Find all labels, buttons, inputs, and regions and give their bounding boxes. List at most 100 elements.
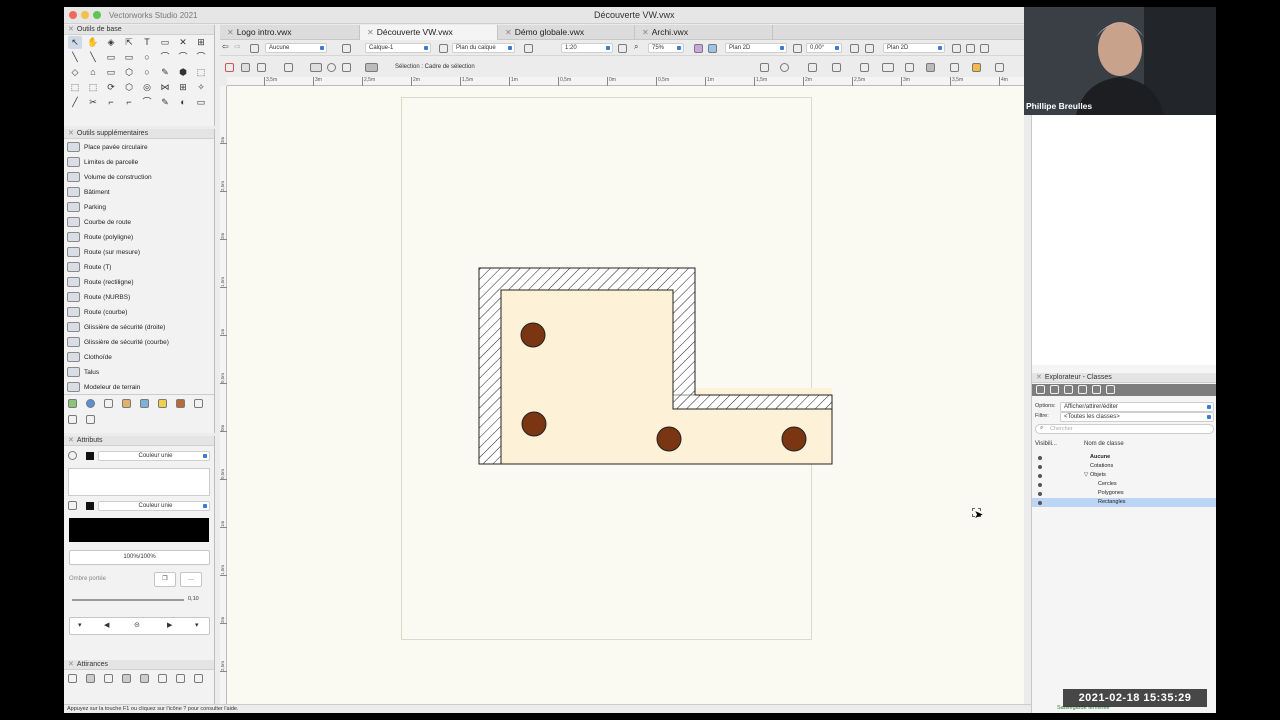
toolset-dims-icon[interactable] <box>104 399 113 408</box>
snap-icon-4[interactable] <box>832 63 841 72</box>
close-icon[interactable]: ✕ <box>68 437 74 444</box>
poly-select-icon[interactable] <box>342 63 351 72</box>
view-mode-select[interactable]: Plan 2D <box>725 43 787 53</box>
arc-tool-icon[interactable]: ⌒ <box>158 51 172 64</box>
end-marker-dropdown-icon[interactable]: ▾ <box>195 621 199 629</box>
projection-icon[interactable] <box>966 44 975 53</box>
extra-tool-item[interactable]: Glissière de sécurité (courbe) <box>67 335 169 350</box>
filter-select[interactable]: <Toutes les classes> <box>1060 412 1214 422</box>
zoom-fit-icon[interactable] <box>618 44 627 53</box>
flyover-tool-icon[interactable]: ◈ <box>104 36 118 49</box>
extra-tool-item[interactable]: Route (sur mesure) <box>67 245 140 260</box>
snap-grid-icon[interactable] <box>68 674 77 683</box>
toolset-extra-icon[interactable] <box>68 415 77 424</box>
double-line-tool-icon[interactable]: ▭ <box>104 66 118 79</box>
layer-icon[interactable] <box>342 44 351 53</box>
col-visibility[interactable]: Visibili... <box>1035 441 1057 447</box>
views-tab-icon[interactable] <box>1064 385 1073 394</box>
snap-icon-5[interactable] <box>860 63 869 72</box>
extra-tool-item[interactable]: Talus <box>67 365 99 380</box>
drop-shadow-toggle[interactable]: ❐ <box>154 572 176 587</box>
start-marker-icon[interactable]: ◀ <box>104 621 109 629</box>
fillet-tool-icon[interactable]: ⌐ <box>104 96 118 109</box>
visibility-eye-icon[interactable] <box>1038 492 1042 496</box>
expand-toggle-icon[interactable]: ▽ <box>1084 471 1088 480</box>
class-row[interactable]: ▽ Objets <box>1032 471 1216 480</box>
extra-tool-item[interactable]: Route (T) <box>67 260 111 275</box>
snap-icon-3[interactable] <box>808 63 817 72</box>
options-select[interactable]: Afficher/attirer/éditer <box>1060 402 1214 412</box>
close-tab-icon[interactable]: ✕ <box>227 28 234 37</box>
class-select[interactable]: Aucune <box>265 43 327 53</box>
snap-smart-icon[interactable] <box>158 674 167 683</box>
attribute-tool-icon[interactable]: ◐ <box>176 96 190 109</box>
bend-tool-icon[interactable]: ⌒ <box>140 96 154 109</box>
circle-2[interactable] <box>521 411 547 437</box>
polygon-tool-icon[interactable]: ⌂ <box>86 66 100 79</box>
snap-edge-icon[interactable] <box>194 674 203 683</box>
snap-icon-2[interactable] <box>780 63 789 72</box>
snap-icon-7[interactable] <box>905 63 914 72</box>
snap-icon-6[interactable] <box>882 63 894 72</box>
rect-select-icon[interactable] <box>310 63 322 72</box>
circle-1[interactable] <box>520 322 546 348</box>
view-icon[interactable] <box>708 44 717 53</box>
minimize-window-button[interactable] <box>81 11 89 19</box>
pen-color-swatch[interactable] <box>86 502 94 510</box>
connect-tool-icon[interactable]: ⋈ <box>158 81 172 94</box>
close-icon[interactable]: ✕ <box>1036 374 1042 381</box>
visibility-eye-icon[interactable] <box>1038 465 1042 469</box>
reshape-tool-icon[interactable]: ✧ <box>194 81 208 94</box>
lasso-select-icon[interactable] <box>327 63 336 72</box>
eyedropper-tool-icon[interactable]: ✎ <box>158 96 172 109</box>
array-tool-icon[interactable]: ⊞ <box>176 81 190 94</box>
selection-mode-icon-3[interactable] <box>257 63 266 72</box>
link-markers-icon[interactable]: ⊝ <box>134 621 140 629</box>
layers-tab-icon[interactable] <box>1036 385 1045 394</box>
rotation-icon[interactable] <box>793 44 802 53</box>
class-row[interactable]: Cotations <box>1032 462 1216 471</box>
line-thickness-value[interactable]: 0,10 <box>188 596 199 602</box>
more-icon[interactable] <box>980 44 989 53</box>
rotate-tool-icon[interactable]: ⟳ <box>104 81 118 94</box>
arc2-tool-icon[interactable]: ⌒ <box>176 51 190 64</box>
class-row[interactable]: Polygones <box>1032 489 1216 498</box>
class-icon[interactable] <box>250 44 259 53</box>
oval-tool-icon[interactable]: ○ <box>140 66 154 79</box>
close-window-button[interactable] <box>69 11 77 19</box>
rectangle-tool-icon[interactable]: ▭ <box>104 51 118 64</box>
toolset-lighting-icon[interactable] <box>158 399 167 408</box>
layer-select[interactable]: Calque-1 <box>365 43 431 53</box>
spiral-tool-icon[interactable]: ⬚ <box>194 66 208 79</box>
symbols-tab-icon[interactable] <box>1106 385 1115 394</box>
toolset-visual-icon[interactable] <box>194 399 203 408</box>
toolset-site-icon[interactable] <box>68 399 77 408</box>
split-tool-icon[interactable]: ╱ <box>68 96 82 109</box>
lighting-icon[interactable] <box>952 44 961 53</box>
extra-tool-item[interactable]: Bâtiment <box>67 185 110 200</box>
extra-tool-item[interactable]: Route (rectiligne) <box>67 275 134 290</box>
snap-distance-icon[interactable] <box>140 674 149 683</box>
snap-icon-9[interactable] <box>950 63 959 72</box>
tab-archi[interactable]: ✕ Archi.vwx <box>635 25 773 40</box>
end-marker-icon[interactable]: ▶ <box>167 621 172 629</box>
scale-field[interactable]: 1:20 <box>561 43 613 53</box>
fill-color-swatch[interactable] <box>86 452 94 460</box>
visibility-eye-icon[interactable] <box>1038 483 1042 487</box>
zoom-tool-icon[interactable]: ⇱ <box>122 36 136 49</box>
extra-tool-item[interactable]: Route (courbe) <box>67 305 127 320</box>
snap-icon-1[interactable] <box>760 63 769 72</box>
snap-intersect-icon[interactable] <box>122 674 131 683</box>
view-plane-icon[interactable] <box>439 44 448 53</box>
selection-mode-icon-4[interactable] <box>284 63 293 72</box>
close-tab-icon[interactable]: ✕ <box>367 28 374 37</box>
extra-tool-item[interactable]: Place pavée circulaire <box>67 140 148 155</box>
pen-type-select[interactable]: Couleur unie <box>98 501 210 511</box>
render-icon[interactable] <box>694 44 703 53</box>
close-tab-icon[interactable]: ✕ <box>642 28 649 37</box>
text-tool-icon[interactable]: T <box>140 36 154 49</box>
tab-decouverte[interactable]: ✕ Découverte VW.vwx <box>360 25 498 40</box>
visibility-eye-icon[interactable] <box>1038 456 1042 460</box>
visibility-eye-icon[interactable] <box>1038 501 1042 505</box>
shape-tool-icon[interactable]: ⬚ <box>68 81 82 94</box>
